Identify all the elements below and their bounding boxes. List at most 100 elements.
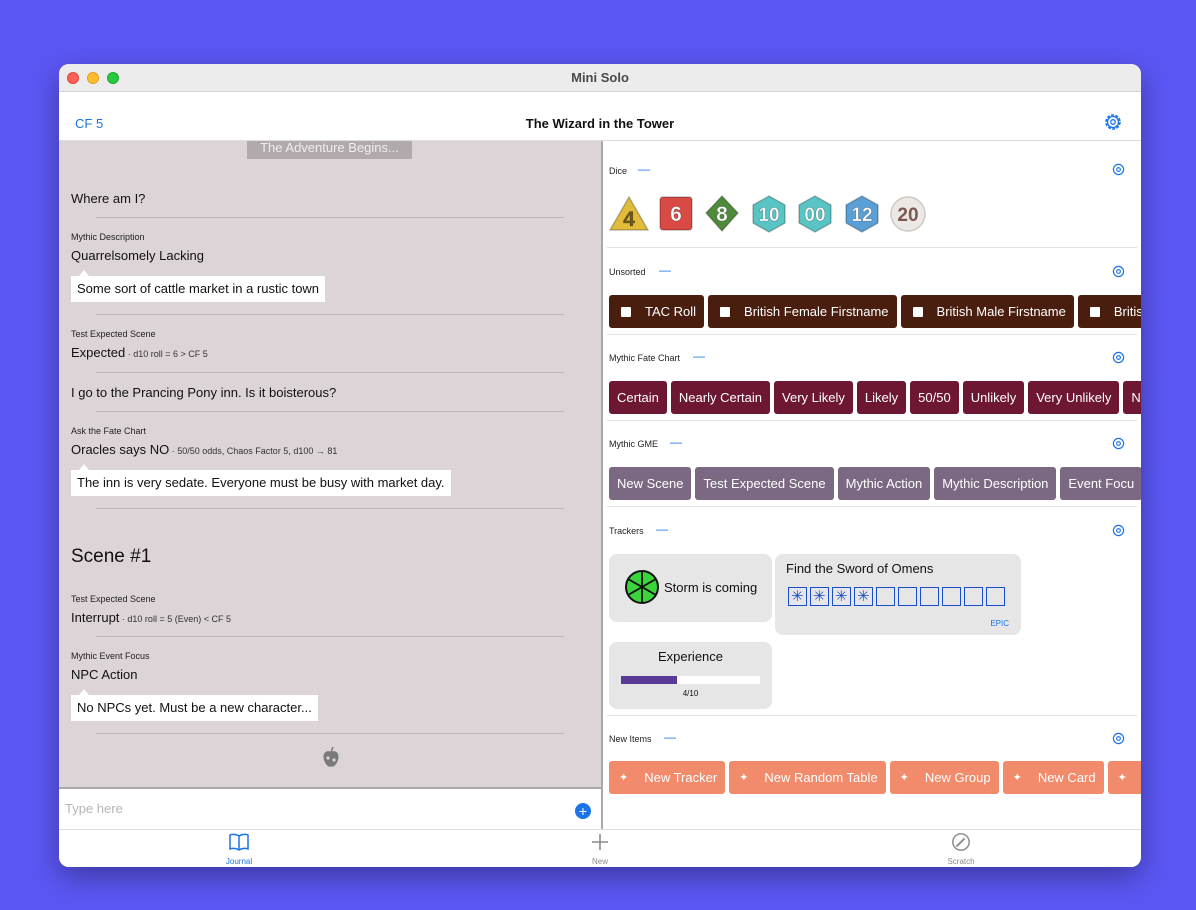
fate-chart-settings-icon[interactable] [1112, 351, 1125, 364]
tab-scratch[interactable]: Scratch [931, 832, 991, 866]
journal-panel[interactable]: The Adventure Begins... Where am I? Myth… [59, 141, 601, 787]
tracker-label: Storm is coming [664, 580, 758, 595]
die-d10-button[interactable]: 10 [749, 195, 789, 233]
progress-bar-fill [621, 676, 677, 684]
section-divider [607, 715, 1137, 716]
journal-input[interactable]: Type here [65, 801, 123, 816]
section-title-fate-chart: Mythic Fate Chart [609, 353, 681, 363]
collapse-new-items-button[interactable]: — [664, 730, 676, 744]
nav-bar: CF 5 The Wizard in the Tower [59, 92, 1141, 141]
tab-label: Scratch [947, 857, 975, 866]
settings-gear-icon[interactable] [1103, 112, 1123, 132]
new-item-button[interactable]: ✦ New Group [889, 761, 999, 794]
die-value: 6 [670, 203, 682, 226]
unsorted-table-button[interactable]: British Female Firstname [708, 295, 897, 328]
journal-entry-label: Ask the Fate Chart [71, 426, 147, 436]
tab-journal[interactable]: Journal [209, 832, 269, 866]
section-divider [607, 506, 1137, 507]
section-divider [607, 334, 1137, 335]
unsorted-table-button[interactable]: TAC Roll [609, 295, 705, 328]
progress-box-empty[interactable] [876, 587, 895, 606]
progress-box-empty[interactable] [986, 587, 1005, 606]
entry-separator [96, 217, 564, 218]
gme-action-button[interactable]: New Scene [609, 467, 692, 500]
fate-odds-button[interactable]: Certain [609, 381, 667, 414]
journal-entry-label: Test Expected Scene [71, 594, 156, 604]
collapse-fate-chart-button[interactable]: — [693, 349, 705, 363]
gme-action-button[interactable]: Mythic Action [837, 467, 931, 500]
journal-entry-label: Mythic Event Focus [71, 651, 150, 661]
entry-separator [96, 733, 564, 734]
sword-progress-tracker[interactable]: Find the Sword of Omens EPIC [775, 554, 1021, 635]
fate-odds-button[interactable]: 50/50 [910, 381, 959, 414]
collapse-dice-button[interactable]: — [638, 162, 650, 176]
die-value: 12 [851, 205, 872, 226]
window-title: Mini Solo [571, 70, 629, 85]
journal-entry-label: Mythic Description [71, 232, 145, 242]
progress-box-empty[interactable] [964, 587, 983, 606]
progress-box-filled[interactable] [810, 587, 829, 606]
new-item-button[interactable]: ✦ New Tracker [609, 761, 726, 794]
collapse-unsorted-button[interactable]: — [659, 263, 671, 277]
gme-settings-icon[interactable] [1112, 437, 1125, 450]
progress-boxes [788, 587, 1008, 611]
die-d12-button[interactable]: 12 [842, 195, 882, 233]
die-value: 20 [897, 205, 918, 226]
new-item-button[interactable]: ✦ New Card [1002, 761, 1104, 794]
die-d20-button[interactable]: 20 [888, 195, 928, 233]
progress-box-empty[interactable] [920, 587, 939, 606]
unsorted-settings-icon[interactable] [1112, 265, 1125, 278]
tab-new[interactable]: New [570, 832, 630, 866]
fate-odds-button[interactable]: Very Unlikely [1028, 381, 1120, 414]
fate-odds-button[interactable]: N [1123, 381, 1141, 414]
dice-settings-icon[interactable] [1112, 163, 1125, 176]
fate-odds-button[interactable]: Likely [856, 381, 907, 414]
entry-separator [96, 636, 564, 637]
gme-action-button[interactable]: Event Focu [1060, 467, 1141, 500]
entry-result-text: Interrupt [71, 610, 120, 625]
tracker-title: Find the Sword of Omens [786, 561, 934, 576]
tab-label: Journal [225, 857, 253, 866]
collapse-trackers-button[interactable]: — [656, 522, 668, 536]
die-d100-button[interactable]: 00 [795, 195, 835, 233]
dice-cube-icon [1089, 306, 1100, 317]
dice-row: 4 6 8 10 00 12 20 [609, 195, 939, 233]
trackers-settings-icon[interactable] [1112, 524, 1125, 537]
gme-action-button[interactable]: Mythic Description [934, 467, 1057, 500]
adventure-title: The Wizard in the Tower [525, 116, 675, 131]
new-item-button[interactable]: ✦ New Random Table [729, 761, 886, 794]
progress-box-filled[interactable] [854, 587, 873, 606]
fate-chart-chip-row: Certain Nearly Certain Very Likely Likel… [609, 381, 1141, 414]
unsorted-table-button[interactable]: British S [1077, 295, 1141, 328]
title-bar: Mini Solo [59, 64, 1141, 92]
sparkle-icon: ✦ [1117, 772, 1127, 784]
die-d6-button[interactable]: 6 [656, 195, 696, 233]
progress-box-empty[interactable] [898, 587, 917, 606]
unsorted-table-button[interactable]: British Male Firstname [900, 295, 1074, 328]
collapse-gme-button[interactable]: — [670, 435, 682, 449]
unsorted-chip-row: TAC Roll British Female Firstname Britis… [609, 295, 1141, 328]
die-d4-button[interactable]: 4 [609, 195, 649, 233]
die-value: 4 [623, 208, 635, 231]
progress-box-filled[interactable] [788, 587, 807, 606]
progress-box-filled[interactable] [832, 587, 851, 606]
progress-value: 4/10 [682, 689, 699, 698]
journal-entry-result: Expected · d10 roll = 6 > CF 5 [71, 345, 208, 360]
add-entry-button[interactable]: + [575, 803, 591, 819]
journal-note-bubble: The inn is very sedate. Everyone must be… [71, 464, 451, 496]
entry-result-text: Expected [71, 345, 126, 360]
gme-action-button[interactable]: Test Expected Scene [695, 467, 834, 500]
progress-box-empty[interactable] [942, 587, 961, 606]
fate-odds-button[interactable]: Very Likely [774, 381, 853, 414]
fate-odds-button[interactable]: Unlikely [962, 381, 1025, 414]
new-item-button[interactable]: ✦N [1107, 761, 1141, 794]
die-d8-button[interactable]: 8 [702, 195, 742, 233]
section-title-new-items: New Items [609, 734, 652, 744]
sparkle-icon: ✦ [1012, 772, 1022, 784]
experience-tracker[interactable]: Experience 4/10 [609, 642, 772, 709]
journal-input-bar: Type here + [59, 787, 601, 829]
dice-cube-icon [621, 306, 631, 317]
storm-clock-tracker[interactable]: Storm is coming [609, 554, 772, 622]
new-items-settings-icon[interactable] [1112, 732, 1125, 745]
fate-odds-button[interactable]: Nearly Certain [670, 381, 771, 414]
